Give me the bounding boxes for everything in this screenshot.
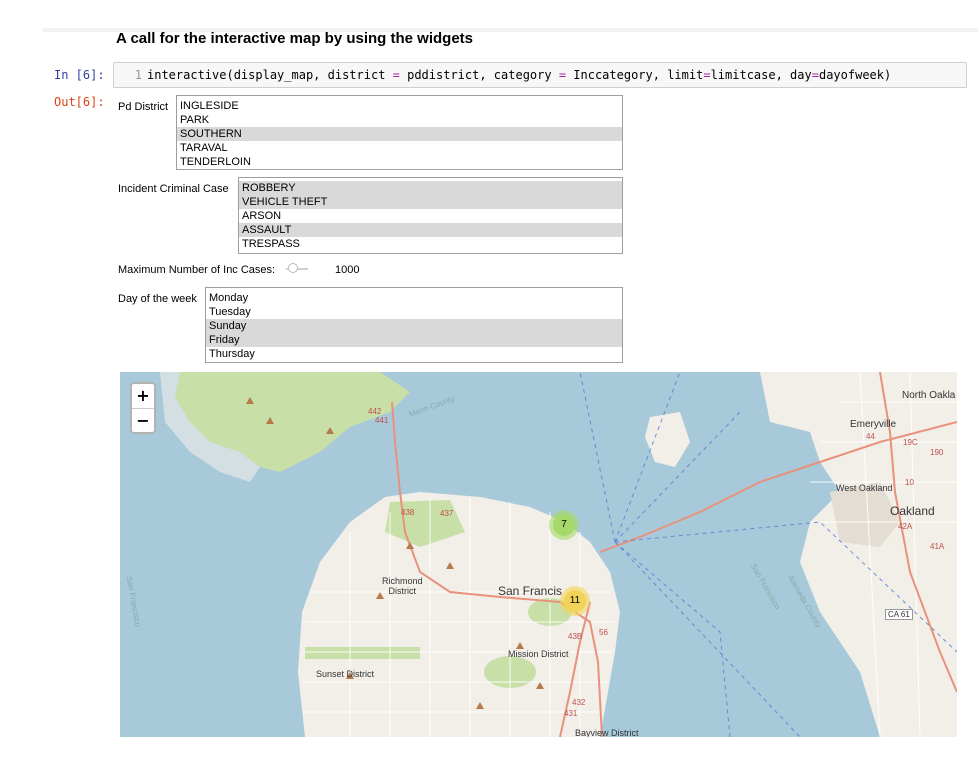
slider-handle[interactable] bbox=[288, 263, 298, 273]
notebook-bottom bbox=[0, 737, 978, 758]
input-prompt: In [6]: bbox=[54, 68, 105, 82]
code-text: Inccategory, limit bbox=[566, 68, 704, 82]
select-option[interactable]: Tuesday bbox=[206, 305, 622, 319]
markdown-heading: A call for the interactive map by using … bbox=[116, 30, 474, 47]
day-label: Day of the week bbox=[118, 293, 197, 305]
map-label-north-oakland: North Oakla bbox=[902, 390, 956, 401]
select-option[interactable]: TARAVAL bbox=[177, 141, 622, 155]
route-442: 442 bbox=[368, 407, 382, 416]
map-label-oakland: Oakland bbox=[890, 504, 935, 518]
route-43b: 43B bbox=[568, 632, 583, 641]
code-operator: = bbox=[392, 68, 400, 82]
limit-label: Maximum Number of Inc Cases: bbox=[118, 264, 276, 276]
output-prompt: Out[6]: bbox=[54, 95, 105, 109]
code-text: limitcase, day bbox=[710, 68, 812, 82]
zoom-out-button[interactable]: − bbox=[132, 409, 154, 433]
select-option[interactable]: VEHICLE THEFT bbox=[239, 195, 622, 209]
select-option[interactable]: SOUTHERN bbox=[177, 127, 622, 141]
limit-slider[interactable] bbox=[286, 263, 308, 274]
select-option[interactable]: TRESPASS bbox=[239, 237, 622, 251]
district-label: Pd District bbox=[118, 101, 169, 113]
route-44: 44 bbox=[866, 432, 875, 441]
select-option[interactable]: Friday bbox=[206, 333, 622, 347]
map-label-mission: Mission District bbox=[508, 649, 569, 659]
map-label-san-francisco: San Francis bbox=[498, 584, 563, 598]
route-432: 432 bbox=[572, 698, 586, 707]
marker-cluster[interactable]: 11 bbox=[560, 586, 590, 616]
zoom-in-button[interactable]: + bbox=[132, 384, 154, 409]
select-option[interactable]: ASSAULT bbox=[239, 223, 622, 237]
code-cell-input[interactable]: 1 interactive(display_map, district = pdd… bbox=[113, 62, 967, 88]
route-438: 438 bbox=[401, 508, 415, 517]
map-label-emeryville: Emeryville bbox=[850, 419, 897, 430]
route-441: 441 bbox=[375, 416, 389, 425]
code-operator: = bbox=[703, 68, 711, 82]
map-label-richmond: Richmond District bbox=[382, 576, 423, 596]
select-option[interactable]: PARK bbox=[177, 113, 622, 127]
route-19c: 19C bbox=[903, 438, 918, 447]
route-41a: 41A bbox=[930, 542, 945, 551]
marker-cluster[interactable]: 7 bbox=[549, 510, 579, 540]
zoom-control: + − bbox=[130, 382, 156, 434]
code-text: pddistrict, category bbox=[399, 68, 559, 82]
district-select[interactable]: INGLESIDE PARK SOUTHERN TARAVAL TENDERLOIN bbox=[176, 95, 623, 170]
route-190: 190 bbox=[930, 448, 944, 457]
route-shield-ca61: CA 61 bbox=[885, 609, 913, 620]
cluster-count: 7 bbox=[553, 514, 575, 536]
route-431: 431 bbox=[564, 709, 578, 718]
select-option[interactable]: ARSON bbox=[239, 209, 622, 223]
select-option[interactable]: INGLESIDE bbox=[177, 99, 622, 113]
code-text: dayofweek) bbox=[818, 68, 892, 82]
category-label: Incident Criminal Case bbox=[118, 183, 229, 195]
map-label-bayview: Bayview District bbox=[575, 728, 639, 737]
code-operator: = bbox=[811, 68, 819, 82]
leaflet-map[interactable]: + − North Oakla Emeryville West Oakland … bbox=[120, 372, 957, 737]
select-option[interactable]: Sunday bbox=[206, 319, 622, 333]
line-number: 1 bbox=[134, 68, 142, 82]
route-56: 56 bbox=[599, 628, 608, 637]
route-10: 10 bbox=[905, 478, 914, 487]
select-option[interactable]: Thursday bbox=[206, 347, 622, 361]
map-label-sunset: Sunset District bbox=[316, 669, 375, 679]
select-option[interactable]: Monday bbox=[206, 291, 622, 305]
route-42a: 42A bbox=[898, 522, 913, 531]
route-437: 437 bbox=[440, 509, 454, 518]
day-select[interactable]: Monday Tuesday Sunday Friday Thursday bbox=[205, 287, 623, 363]
cluster-count: 11 bbox=[564, 590, 586, 612]
limit-value: 1000 bbox=[335, 264, 360, 276]
code-operator: = bbox=[558, 68, 567, 82]
map-tiles bbox=[160, 372, 957, 737]
select-option[interactable]: TENDERLOIN bbox=[177, 155, 622, 169]
code-text: interactive(display_map, district bbox=[147, 68, 393, 82]
select-option[interactable]: ROBBERY bbox=[239, 181, 622, 195]
map-label-west-oakland: West Oakland bbox=[836, 483, 893, 493]
category-select[interactable]: ROBBERY VEHICLE THEFT ARSON ASSAULT TRESPASS bbox=[238, 177, 623, 254]
code-line[interactable]: interactive(display_map, district = pddi… bbox=[147, 68, 891, 82]
